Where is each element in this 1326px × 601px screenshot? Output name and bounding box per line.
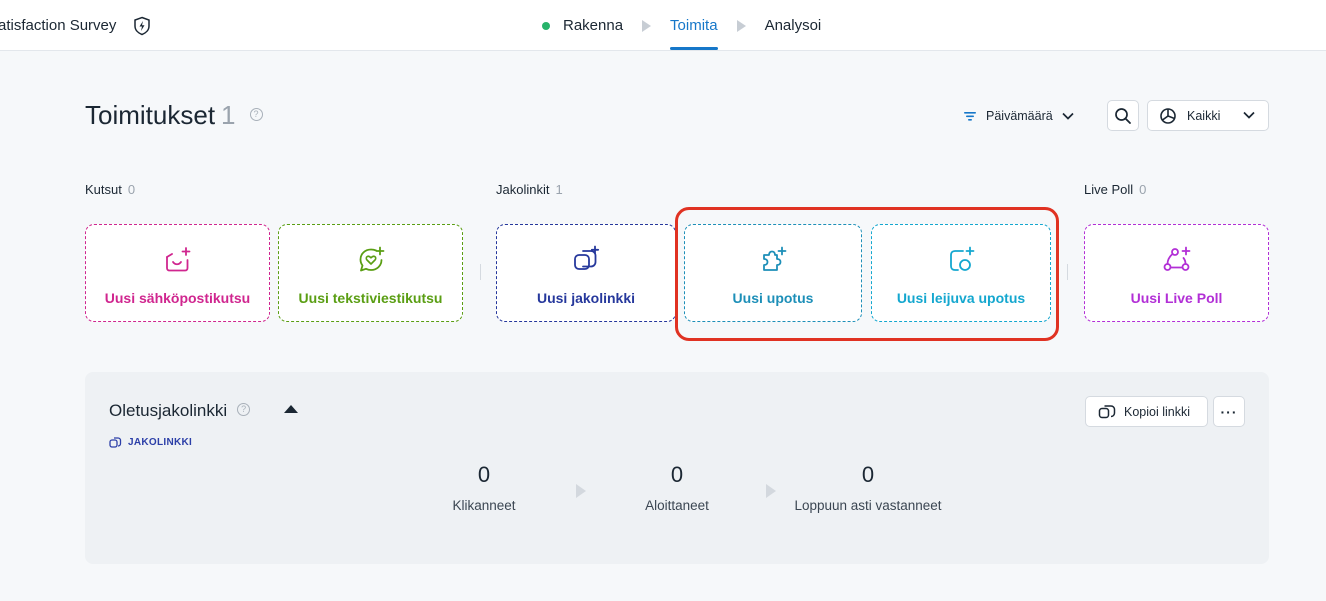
- panel-title: Oletusjakolinkki?: [109, 401, 251, 421]
- group-heading-invites: Kutsut 0: [85, 182, 135, 197]
- top-bar: atisfaction Survey Rakenna Toimita Analy…: [0, 0, 1326, 51]
- complete-dot-icon: [542, 21, 550, 30]
- copy-link-icon: [1098, 404, 1116, 418]
- more-options-icon: ···: [1220, 403, 1238, 420]
- page-title-text: Toimitukset: [85, 100, 216, 130]
- more-options-button[interactable]: ···: [1213, 396, 1245, 427]
- step-label: Analysoi: [764, 17, 822, 34]
- stat-label: Aloittaneet: [645, 498, 709, 513]
- default-share-link-panel: Oletusjakolinkki? JAKOLINKKI Kopioi link…: [85, 372, 1269, 564]
- new-live-poll-card[interactable]: Uusi Live Poll: [1084, 224, 1269, 322]
- bolt-shield-icon[interactable]: [132, 16, 152, 36]
- filter-dropdown[interactable]: Kaikki: [1147, 100, 1269, 131]
- new-sms-invite-card[interactable]: Uusi tekstiviestikutsu: [278, 224, 463, 322]
- link-tag-icon: [109, 437, 122, 448]
- step-arrow-icon: [736, 19, 746, 32]
- group-label: Jakolinkit: [496, 182, 550, 197]
- card-label: Uusi Live Poll: [1130, 290, 1223, 306]
- flow-arrow-icon: [766, 484, 776, 498]
- stat-completed: 0 Loppuun asti vastanneet: [785, 462, 951, 513]
- stat-label: Klikanneet: [452, 498, 516, 513]
- stat-label: Loppuun asti vastanneet: [794, 498, 942, 513]
- search-button[interactable]: [1107, 100, 1139, 131]
- help-icon[interactable]: ?: [249, 107, 263, 121]
- card-label: Uusi jakolinkki: [536, 290, 636, 306]
- type-tag-label: JAKOLINKKI: [128, 437, 193, 448]
- step-analysoi[interactable]: Analysoi: [765, 0, 822, 51]
- new-email-invite-card[interactable]: Uusi sähköpostikutsu: [85, 224, 270, 322]
- share-link-icon: [574, 245, 600, 270]
- new-share-link-card[interactable]: Uusi jakolinkki: [496, 224, 676, 322]
- pie-chart-icon: [1160, 107, 1176, 124]
- panel-title-text: Oletusjakolinkki: [109, 401, 228, 420]
- step-label: Toimita: [670, 17, 718, 34]
- chevron-down-icon: [1062, 112, 1074, 120]
- live-poll-icon: [1163, 246, 1190, 271]
- step-toimita[interactable]: Toimita: [670, 0, 718, 51]
- group-count: 1: [555, 182, 563, 197]
- card-label: Uusi tekstiviestikutsu: [298, 290, 443, 306]
- filter-label: Kaikki: [1187, 108, 1221, 123]
- workflow-steps: Rakenna Toimita Analysoi: [542, 0, 821, 51]
- highlight-box: [675, 207, 1059, 341]
- sort-dropdown[interactable]: Päivämäärä: [963, 104, 1075, 128]
- card-label: Uusi sähköpostikutsu: [104, 290, 251, 306]
- email-invite-icon: [165, 247, 190, 272]
- step-label: Rakenna: [563, 17, 624, 34]
- page-title: Toimitukset 1?: [85, 100, 263, 131]
- sort-icon: [964, 112, 976, 121]
- sms-heart-icon: [359, 246, 384, 272]
- group-count: 0: [1139, 182, 1147, 197]
- type-tag: JAKOLINKKI: [109, 436, 192, 449]
- collapse-caret-icon[interactable]: [284, 405, 298, 413]
- divider: [1067, 264, 1068, 280]
- group-label: Kutsut: [85, 182, 122, 197]
- group-label: Live Poll: [1084, 182, 1134, 197]
- divider: [480, 264, 481, 280]
- stat-clicked: 0 Klikanneet: [432, 462, 536, 513]
- chevron-down-icon: [1243, 111, 1255, 119]
- step-rakenna[interactable]: Rakenna: [542, 0, 623, 51]
- stat-value: 0: [670, 462, 684, 487]
- copy-link-label: Kopioi linkki: [1124, 404, 1191, 419]
- flow-arrow-icon: [576, 484, 586, 498]
- step-arrow-icon: [642, 19, 652, 32]
- survey-title: atisfaction Survey: [0, 17, 117, 34]
- help-icon[interactable]: ?: [237, 403, 251, 417]
- group-heading-links: Jakolinkit 1: [496, 182, 563, 197]
- copy-link-button[interactable]: Kopioi linkki: [1085, 396, 1208, 427]
- stat-value: 0: [477, 462, 491, 487]
- distribution-count: 1: [221, 100, 236, 130]
- group-heading-livepoll: Live Poll 0: [1084, 182, 1146, 197]
- group-count: 0: [127, 182, 136, 197]
- sort-label: Päivämäärä: [986, 109, 1053, 123]
- stat-started: 0 Aloittaneet: [624, 462, 730, 513]
- search-icon: [1115, 107, 1131, 124]
- stat-value: 0: [861, 462, 875, 487]
